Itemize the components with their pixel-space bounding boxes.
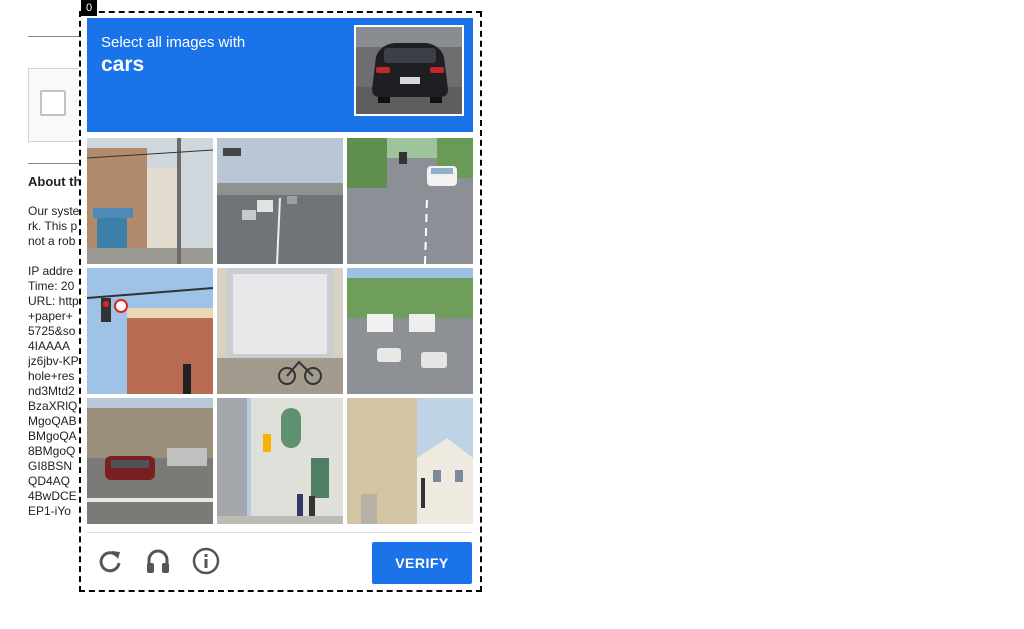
recaptcha-checkbox[interactable] — [40, 90, 66, 116]
image-tile[interactable] — [217, 268, 343, 394]
image-tile[interactable] — [347, 398, 473, 524]
image-tile[interactable] — [347, 138, 473, 264]
image-tile[interactable] — [217, 138, 343, 264]
image-challenge: Select all images with cars VERIFY — [87, 18, 473, 585]
challenge-footer: VERIFY — [87, 532, 473, 586]
instruction-text: Select all images with — [101, 34, 246, 51]
sample-car-image — [354, 25, 464, 116]
headphones-icon[interactable] — [144, 547, 172, 575]
info-icon[interactable] — [192, 547, 220, 575]
image-tile[interactable] — [87, 268, 213, 394]
reload-icon[interactable] — [96, 547, 124, 575]
challenge-header: Select all images with cars — [87, 18, 473, 132]
image-tile[interactable] — [347, 268, 473, 394]
image-tile[interactable] — [217, 398, 343, 524]
verify-button[interactable]: VERIFY — [372, 542, 472, 584]
image-tile[interactable] — [87, 398, 213, 524]
image-tile[interactable] — [87, 138, 213, 264]
frame-index-tag: 0 — [81, 0, 97, 16]
target-object: cars — [101, 53, 145, 76]
